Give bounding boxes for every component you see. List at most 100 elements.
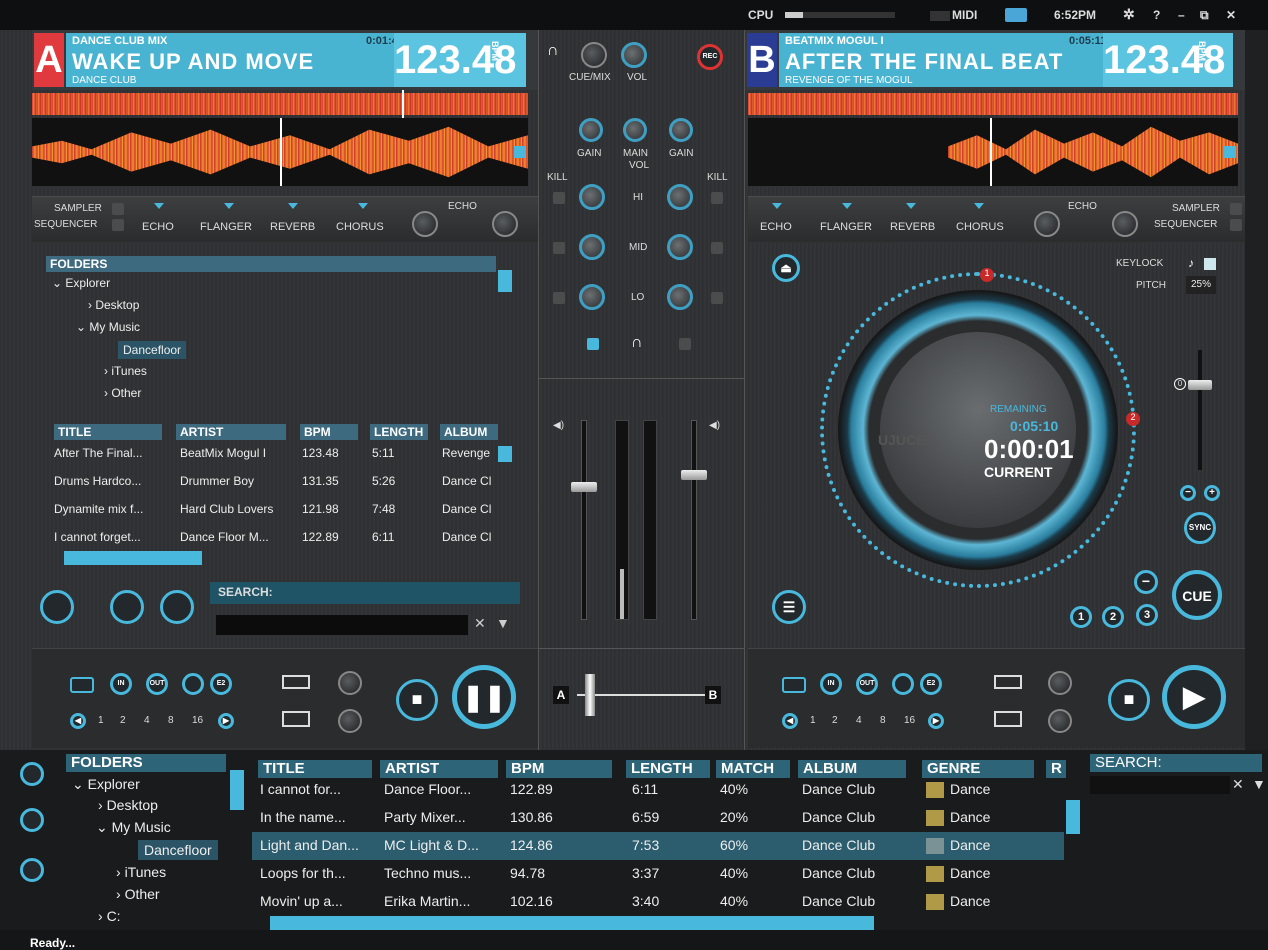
eq-mid-a-knob[interactable] — [579, 234, 605, 260]
kill-lo-b[interactable] — [711, 292, 723, 304]
table-cell[interactable]: After The Final... — [54, 446, 166, 460]
tree-item-explorer[interactable]: ⌄ Explorer — [72, 776, 140, 793]
expand-loop-icon[interactable] — [994, 711, 1022, 727]
pitch-minus-icon[interactable]: − — [1180, 485, 1196, 501]
eject-icon[interactable]: ⏏ — [772, 254, 800, 282]
filter-icon[interactable]: ▼ — [1252, 776, 1266, 792]
table-cell[interactable]: I cannot forget... — [54, 530, 166, 544]
cue-b-toggle[interactable] — [679, 338, 691, 350]
table-cell[interactable]: Drummer Boy — [180, 474, 292, 488]
shrink-loop-icon[interactable] — [282, 675, 310, 689]
table-cell[interactable]: Drums Hardco... — [54, 474, 166, 488]
help-button[interactable]: ? — [1153, 8, 1160, 22]
pitch-reset[interactable]: 0 — [1174, 378, 1186, 390]
deck-b-sampler-toggle[interactable] — [1230, 203, 1242, 215]
channel-b-fader-track[interactable] — [691, 420, 697, 620]
loop-icon[interactable] — [70, 677, 94, 693]
loop-size-2[interactable]: 2 — [832, 715, 838, 726]
restore-button[interactable]: ⧉ — [1200, 8, 1209, 23]
crossfader-knob[interactable] — [585, 674, 595, 716]
col-length[interactable]: LENGTH — [370, 424, 428, 440]
table-cell[interactable]: 121.98 — [302, 502, 364, 516]
deck-a-hscroll[interactable] — [64, 551, 202, 565]
hotcue-3[interactable]: 3 — [1136, 604, 1158, 626]
loop-size-4[interactable]: 4 — [856, 715, 862, 726]
tree-item-c-drive[interactable]: › C: — [98, 908, 121, 924]
deck-a-loop-knob-2[interactable] — [338, 709, 362, 733]
loop-size-1[interactable]: 1 — [98, 715, 104, 726]
playlist-icon[interactable]: ☰ — [772, 590, 806, 624]
deck-a-fx-chorus[interactable]: CHORUS — [336, 221, 384, 233]
flanger-dropdown-icon[interactable] — [842, 203, 852, 209]
shrink-loop-icon[interactable] — [994, 675, 1022, 689]
eq-hi-b-knob[interactable] — [667, 184, 693, 210]
kill-hi-b[interactable] — [711, 192, 723, 204]
folder-icon[interactable] — [20, 762, 44, 786]
kill-mid-a[interactable] — [553, 242, 565, 254]
deck-b-fx-echo[interactable]: ECHO — [760, 221, 792, 233]
table-cell[interactable]: Dynamite mix f... — [54, 502, 166, 516]
deck-a-zoom-waveform[interactable] — [32, 118, 528, 186]
tree-item-dancefloor[interactable]: Dancefloor — [118, 341, 187, 359]
tree-item-other[interactable]: › Other — [116, 886, 160, 902]
table-cell[interactable]: Dance Floor M... — [180, 530, 292, 544]
loop-out-button[interactable]: OUT — [146, 673, 168, 695]
hotcue-1[interactable]: 1 — [1070, 606, 1092, 628]
remove-icon[interactable] — [160, 590, 194, 624]
loop-size-16[interactable]: 16 — [192, 715, 203, 726]
deck-b-fx-knob-1[interactable] — [1034, 211, 1060, 237]
sync-button[interactable]: SYNC — [1184, 512, 1216, 544]
tree-item-itunes[interactable]: › iTunes — [104, 364, 147, 378]
table-cell[interactable]: Dance Cl — [442, 530, 498, 544]
gain-a-knob[interactable] — [579, 118, 603, 142]
table-cell[interactable]: Hard Club Lovers — [180, 502, 292, 516]
cue-button[interactable]: CUE — [1172, 570, 1222, 620]
tree-item-my-music[interactable]: ⌄ My Music — [76, 320, 140, 334]
table-cell[interactable]: 5:11 — [372, 446, 434, 460]
table-cell[interactable]: BeatMix Mogul I — [180, 446, 292, 460]
cue-marker-1[interactable]: 1 — [980, 268, 994, 282]
deck-a-folders-scroll[interactable] — [498, 270, 512, 292]
close-button[interactable]: ✕ — [1226, 8, 1236, 22]
col-album[interactable]: ALBUM — [440, 424, 498, 440]
bottom-search-input[interactable] — [1090, 776, 1230, 794]
loop-prev-icon[interactable]: ◀ — [70, 713, 86, 729]
eq-lo-b-knob[interactable] — [667, 284, 693, 310]
deck-b-zoom-waveform[interactable] — [748, 118, 1238, 186]
kill-mid-b[interactable] — [711, 242, 723, 254]
eq-hi-a-knob[interactable] — [579, 184, 605, 210]
flanger-dropdown-icon[interactable] — [224, 203, 234, 209]
channel-a-fader-track[interactable] — [581, 420, 587, 620]
deck-b-loop-knob-1[interactable] — [1048, 671, 1072, 695]
clear-search-icon[interactable]: ✕ — [474, 615, 486, 632]
echo-dropdown-icon[interactable] — [772, 203, 782, 209]
cue-mix-knob[interactable] — [581, 42, 607, 68]
col-title[interactable]: TITLE — [54, 424, 162, 440]
deck-b-loop-knob-2[interactable] — [1048, 709, 1072, 733]
deck-a-fx-knob-1[interactable] — [412, 211, 438, 237]
loop-size-8[interactable]: 8 — [880, 715, 886, 726]
table-cell[interactable]: 6:11 — [372, 530, 434, 544]
pitch-fader-track[interactable] — [1198, 350, 1202, 470]
vol-knob[interactable] — [621, 42, 647, 68]
loop-size-16[interactable]: 16 — [904, 715, 915, 726]
loop-next-icon[interactable]: ▶ — [218, 713, 234, 729]
loop-out-button[interactable]: OUT — [856, 673, 878, 695]
bottom-list-scroll[interactable] — [1066, 800, 1080, 834]
deck-a-loop-knob-1[interactable] — [338, 671, 362, 695]
loop-in-button[interactable]: IN — [110, 673, 132, 695]
chorus-dropdown-icon[interactable] — [358, 203, 368, 209]
filter-icon[interactable]: ▼ — [496, 615, 510, 631]
gain-b-knob[interactable] — [669, 118, 693, 142]
settings-gear-icon[interactable]: ✲ — [1123, 6, 1135, 23]
table-cell[interactable]: Revenge — [442, 446, 498, 460]
main-vol-knob[interactable] — [623, 118, 647, 142]
tree-item-dancefloor[interactable]: Dancefloor — [138, 840, 218, 860]
deck-a-list-scroll[interactable] — [498, 446, 512, 462]
reloop-icon[interactable] — [182, 673, 204, 695]
channel-b-fader[interactable] — [681, 470, 707, 480]
minimize-button[interactable]: – — [1178, 8, 1185, 22]
channel-a-fader[interactable] — [571, 482, 597, 492]
hotcue-minus-icon[interactable]: − — [1134, 570, 1158, 594]
deck-b-sequencer-toggle[interactable] — [1230, 219, 1242, 231]
